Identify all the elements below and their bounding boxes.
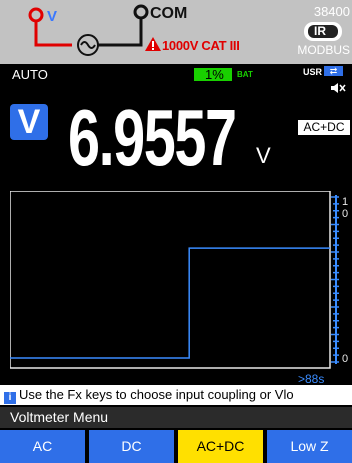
graph-scale xyxy=(331,195,339,364)
usr-label: USR xyxy=(303,67,323,77)
trend-graph: 1 0 0 xyxy=(10,191,348,369)
softkey-ac[interactable]: AC xyxy=(0,430,85,463)
softkey-ac-dc[interactable]: AC+DC xyxy=(178,430,263,463)
v-input-label: V xyxy=(47,8,58,25)
scale-bottom-label: 0 xyxy=(342,353,348,365)
battery-percent: 1% xyxy=(205,67,224,82)
help-bar: i Use the Fx keys to choose input couplin… xyxy=(0,385,352,405)
coupling-badge: AC+DC xyxy=(298,120,350,135)
softkey-bar: AC DC AC+DC Low Z xyxy=(0,430,352,463)
com-input-label: COM xyxy=(150,5,188,22)
time-window-label: >88s xyxy=(298,372,325,386)
category-rating-label: 1000V CAT III xyxy=(162,38,240,53)
model-number: 38400 xyxy=(313,4,350,19)
status-bar: AUTO 1% BAT USR ⇄ xyxy=(0,64,352,93)
scale-mid-label: 0 xyxy=(342,208,348,220)
help-text: Use the Fx keys to choose input coupling… xyxy=(19,387,294,402)
terminal-panel: V COM 1000V CAT III 38400 IR MODBUS xyxy=(0,0,352,64)
v-terminal-icon xyxy=(28,7,44,23)
protocol-label: MODBUS xyxy=(297,43,350,57)
com-terminal-icon xyxy=(133,4,149,20)
com-lead-line xyxy=(98,18,143,47)
scale-top-label: 1 xyxy=(342,196,348,208)
warning-triangle-icon xyxy=(145,37,161,51)
battery-label: BAT xyxy=(237,70,253,79)
softkey-low-z[interactable]: Low Z xyxy=(267,430,352,463)
measurement-unit: V xyxy=(256,143,271,168)
info-icon: i xyxy=(4,392,16,404)
usb-icon: ⇄ xyxy=(324,66,343,76)
graph-frame xyxy=(10,191,331,369)
ir-label: IR xyxy=(314,24,326,38)
measurement-value: 6.9557 xyxy=(68,93,237,182)
ac-source-icon xyxy=(77,34,99,56)
menu-title: Voltmeter Menu xyxy=(0,407,352,428)
speaker-mute-icon[interactable] xyxy=(330,82,346,94)
range-mode[interactable]: AUTO xyxy=(12,67,48,82)
function-icon: V xyxy=(10,104,48,140)
softkey-dc[interactable]: DC xyxy=(89,430,174,463)
